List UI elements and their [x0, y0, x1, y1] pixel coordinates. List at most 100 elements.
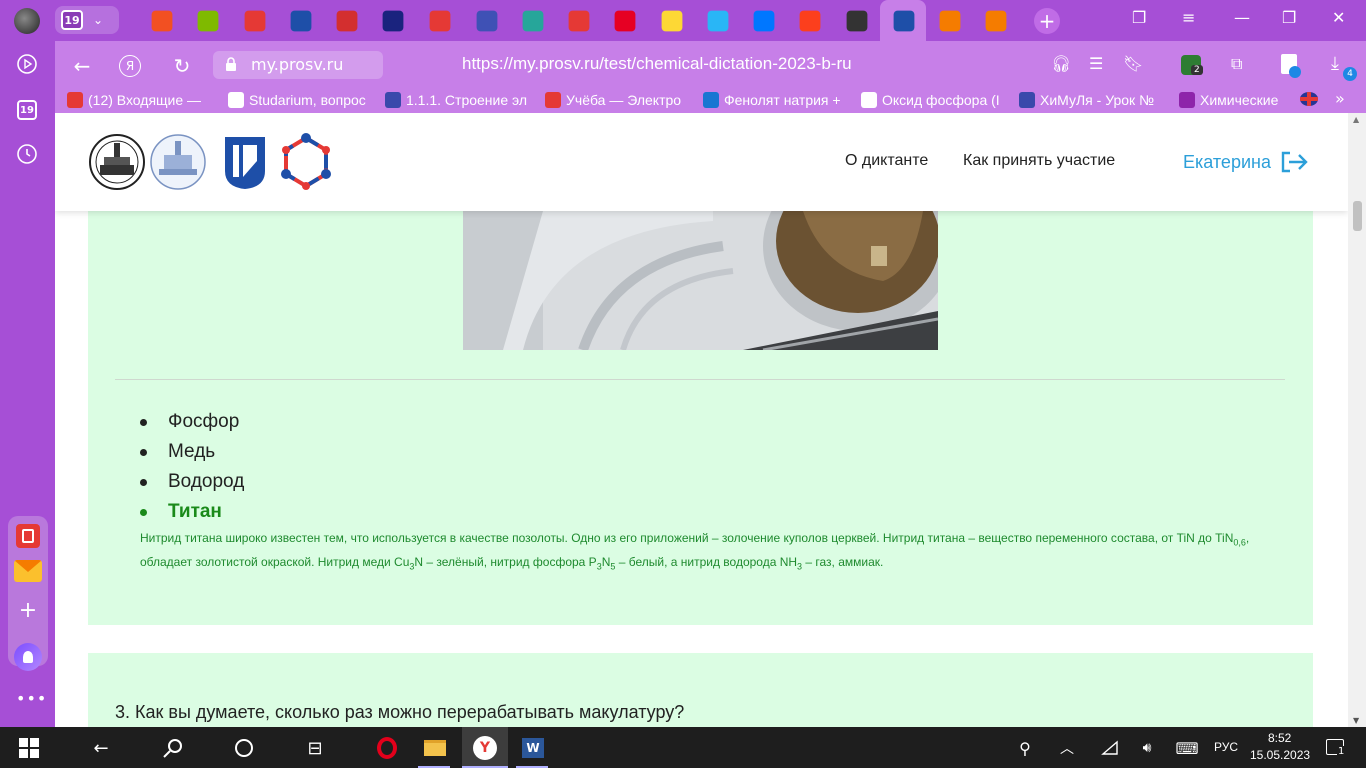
profile-avatar[interactable] — [14, 8, 40, 34]
more-icon[interactable]: ••• — [16, 689, 47, 708]
screenshot-icon[interactable] — [1281, 54, 1301, 78]
new-tab-button[interactable]: + — [1034, 8, 1060, 34]
bookmark-item[interactable]: ХиМуЛя - Урок № — [1019, 90, 1169, 110]
reader-mode-icon[interactable]: ☰ — [1089, 54, 1103, 73]
tab-pinterest-icon[interactable] — [614, 10, 636, 32]
tab-swoosh-icon[interactable] — [382, 10, 404, 32]
tab-prosv-icon[interactable] — [290, 10, 312, 32]
tab-vk-icon[interactable] — [753, 10, 775, 32]
answer-options: Фосфор Медь Водород Титан — [140, 407, 244, 527]
tab-drill-icon[interactable] — [661, 10, 683, 32]
bookmark-label: ХиМуЛя - Урок № — [1040, 92, 1155, 108]
bookmark-item[interactable]: Химические — [1179, 90, 1289, 110]
bookmark-item[interactable]: Оксид фосфора (I — [861, 90, 1011, 110]
uk-flag-icon[interactable] — [1300, 92, 1318, 106]
bookmark-favicon-icon — [861, 92, 877, 108]
answer-option-label: Медь — [168, 441, 216, 462]
file-explorer-icon[interactable] — [422, 735, 448, 761]
task-view-icon[interactable]: ⊟ — [302, 735, 328, 761]
wifi-icon[interactable] — [1096, 735, 1122, 761]
tray-expand-icon[interactable]: ︿ — [1054, 735, 1080, 761]
headphones-icon[interactable]: 🎧︎ — [1051, 54, 1071, 73]
bookmark-item[interactable]: (12) Входящие — — [67, 90, 217, 110]
extension-icon[interactable]: 2 — [1181, 55, 1203, 75]
bookmark-favicon-icon — [1179, 92, 1195, 108]
tab-paper-2-icon[interactable] — [985, 10, 1007, 32]
question-card-answered: Фосфор Медь Водород Титан Нитрид титана шир… — [88, 211, 1313, 625]
prosveshchenie-logo[interactable] — [223, 133, 267, 191]
tab-microsoft-icon[interactable] — [151, 10, 173, 32]
chemistry-faculty-logo[interactable] — [149, 133, 207, 191]
extension-badge: 2 — [1191, 65, 1203, 75]
tab-flag-icon[interactable] — [336, 10, 358, 32]
tab-yandex-icon[interactable] — [799, 10, 821, 32]
windows-taskbar: ← ⊟ Y W ⚲ ︿ 🔊︎ ⌨ РУС 8:52 15.05.2023 1 — [0, 727, 1366, 768]
bookmark-item[interactable]: Studarium, вопрос — [228, 90, 378, 110]
back-arrow-icon[interactable]: ← — [88, 735, 114, 761]
calendar-icon[interactable]: 19 — [14, 97, 40, 123]
scroll-up-arrow[interactable]: ▲ — [1353, 115, 1359, 124]
bookmark-item[interactable]: Учёба — Электро — [545, 90, 695, 110]
url-input[interactable]: https://my.prosv.ru/test/chemical-dictat… — [462, 54, 852, 74]
tab-paper-1-icon[interactable] — [939, 10, 961, 32]
mendeleev-society-logo[interactable] — [279, 133, 333, 191]
site-info-chip[interactable]: my.prosv.ru — [213, 51, 383, 79]
tab-globe-icon[interactable] — [476, 10, 498, 32]
tab-manager-icon[interactable]: ❐ — [1132, 8, 1146, 27]
people-icon[interactable]: ⚲ — [1012, 735, 1038, 761]
mail-icon[interactable] — [14, 560, 42, 582]
site-header: О диктанте Как принять участие Екатерина — [55, 113, 1348, 211]
yandex-home-button[interactable]: Я — [117, 53, 143, 79]
tab-group-button[interactable]: 19 ⌄ — [55, 6, 119, 34]
scroll-down-arrow[interactable]: ▼ — [1353, 716, 1359, 725]
history-clock-icon[interactable] — [14, 141, 40, 167]
downloads-icon[interactable]: ⤓ 4 — [1331, 53, 1357, 81]
add-app-icon[interactable]: + — [16, 598, 40, 623]
restore-icon[interactable]: ❐ — [1282, 8, 1296, 27]
input-language[interactable]: РУС — [1214, 740, 1238, 754]
answer-option-label: Фосфор — [168, 411, 240, 432]
bookmark-favicon-icon — [703, 92, 719, 108]
tab-spiral-icon[interactable] — [707, 10, 729, 32]
reload-button[interactable]: ↻ — [169, 53, 195, 79]
page-scrollbar[interactable]: ▲ ▼ — [1348, 113, 1366, 727]
tab-li-icon[interactable] — [846, 10, 868, 32]
msu-logo[interactable] — [88, 133, 146, 191]
bookmark-item[interactable]: Фенолят натрия + — [703, 90, 853, 110]
red-book-icon[interactable] — [16, 524, 40, 548]
back-button[interactable]: ← — [69, 53, 95, 79]
volume-icon[interactable]: 🔊︎ — [1134, 735, 1160, 761]
menu-icon[interactable]: ≡ — [1182, 8, 1195, 27]
cortana-icon[interactable] — [231, 735, 257, 761]
tab-microsoft-2-icon[interactable] — [197, 10, 219, 32]
nav-how-to-participate[interactable]: Как принять участие — [963, 152, 1115, 170]
bookmark-item[interactable]: 1.1.1. Строение эл — [385, 90, 535, 110]
clock-date[interactable]: 15.05.2023 — [1250, 748, 1310, 762]
nav-about[interactable]: О диктанте — [845, 152, 928, 170]
yandex-browser-icon[interactable]: Y — [472, 735, 498, 761]
play-circle-icon[interactable] — [14, 51, 40, 77]
search-icon[interactable] — [160, 735, 186, 761]
word-icon[interactable]: W — [520, 735, 546, 761]
bullet-icon — [140, 418, 147, 426]
clock-time[interactable]: 8:52 — [1268, 731, 1291, 745]
bookmark-icon[interactable]: 🔖︎ — [1123, 54, 1143, 73]
close-icon[interactable]: ✕ — [1332, 8, 1345, 27]
minimize-icon[interactable]: — — [1234, 8, 1250, 27]
user-logout-link[interactable]: Екатерина — [1183, 150, 1309, 174]
alice-icon[interactable] — [14, 643, 42, 671]
opera-icon[interactable] — [374, 735, 400, 761]
notifications-icon[interactable]: 1 — [1326, 739, 1346, 757]
windows-start-icon[interactable] — [16, 735, 42, 761]
scroll-thumb[interactable] — [1353, 201, 1362, 231]
more-bookmarks-icon[interactable]: » — [1335, 89, 1345, 108]
keyboard-icon[interactable]: ⌨ — [1174, 735, 1200, 761]
bookmark-favicon-icon — [67, 92, 83, 108]
collections-icon[interactable]: ⧉ — [1231, 54, 1242, 74]
tab-play-icon[interactable] — [568, 10, 590, 32]
tab-prosv-active-icon[interactable] — [893, 10, 915, 32]
tab-n-icon[interactable] — [429, 10, 451, 32]
tab-book-icon[interactable] — [522, 10, 544, 32]
tab-red-book-icon[interactable] — [244, 10, 266, 32]
notifications-count: 1 — [1337, 746, 1346, 757]
